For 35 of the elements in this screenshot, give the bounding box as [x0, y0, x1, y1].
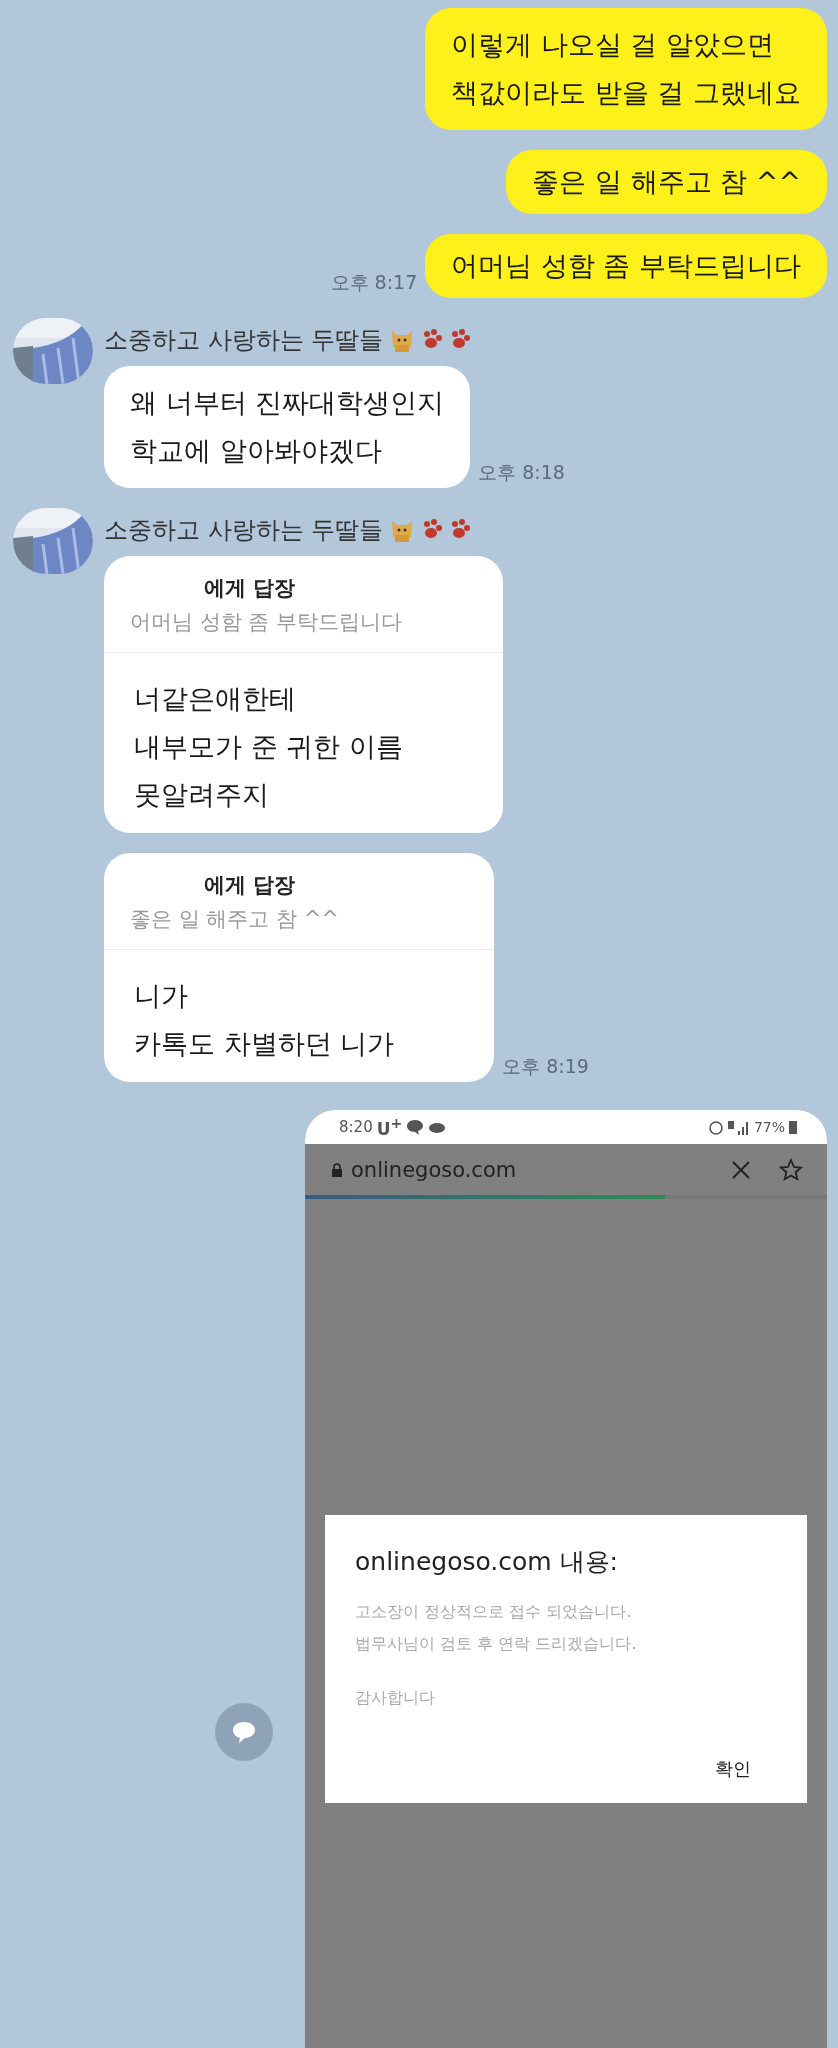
message-bubble: 이렇게 나오실 걸 알았으면 책값이라도 받을 걸 그랬네요 [425, 8, 827, 130]
sender-name: 소중하고 사랑하는 두딸들 [104, 325, 384, 356]
url-text[interactable]: onlinegoso.com [351, 1157, 723, 1182]
confirm-button[interactable]: 확인 [711, 1753, 755, 1785]
paw-icon [449, 519, 472, 541]
message-time: 오후 8:18 [478, 460, 565, 485]
message-time: 오후 8:17 [330, 270, 418, 295]
screenshot-image[interactable]: 8:20 U$^{+}$ 77% onlinegoso.com onlinegoso.com 내용: 고소장이 정상적으로 접수 되었습니다. 법무사님이 검토 후 연락 드리겠습니다. 감사합니다 확인 [305, 1110, 827, 2048]
dialog-message: 감사합니다 [355, 1688, 436, 1709]
sender-name: 소중하고 사랑하는 두딸들 [104, 515, 384, 546]
quoted-message: 좋은 일 해주고 참 ^^ [130, 906, 340, 933]
paw-icon [449, 329, 472, 351]
message-bubble: 왜 너부터 진짜대학생인지 학교에 알아봐야겠다 [104, 366, 471, 488]
speech-bubble-icon [231, 1720, 257, 1744]
message-bubble: 어머님 성함 좀 부탁드립니다 [425, 234, 827, 298]
status-time: 8:20 [339, 1118, 373, 1136]
star-icon[interactable] [779, 1157, 805, 1182]
dialog-message: 고소장이 정상적으로 접수 되었습니다. 법무사님이 검토 후 연락 드리겠습니다. [355, 1601, 638, 1655]
paw-icon [421, 519, 444, 541]
dialog-title: onlinegoso.com 내용: [355, 1546, 619, 1578]
battery-icon [789, 1120, 797, 1134]
message-time: 오후 8:19 [502, 1054, 589, 1079]
signal-icon [727, 1119, 750, 1135]
quoted-message: 어머님 성함 좀 부탁드립니다 [130, 609, 404, 636]
chat-icon [406, 1119, 425, 1135]
carrier-label: U$^{+}$ [376, 1115, 403, 1139]
reply-header: 에게 답장 [203, 575, 297, 602]
message-text: 니가 카톡도 차별하던 니가 [133, 979, 396, 1061]
message-bubble: 좋은 일 해주고 참 ^^ [506, 150, 827, 214]
reply-header: 에게 답장 [203, 872, 297, 899]
close-icon[interactable] [731, 1159, 751, 1180]
battery-percent: 77% [753, 1119, 785, 1135]
paw-icon [421, 329, 444, 351]
message-text: 너같은애한테 내부모가 준 귀한 이름 못알려주지 [133, 682, 404, 812]
lock-icon [331, 1162, 343, 1177]
